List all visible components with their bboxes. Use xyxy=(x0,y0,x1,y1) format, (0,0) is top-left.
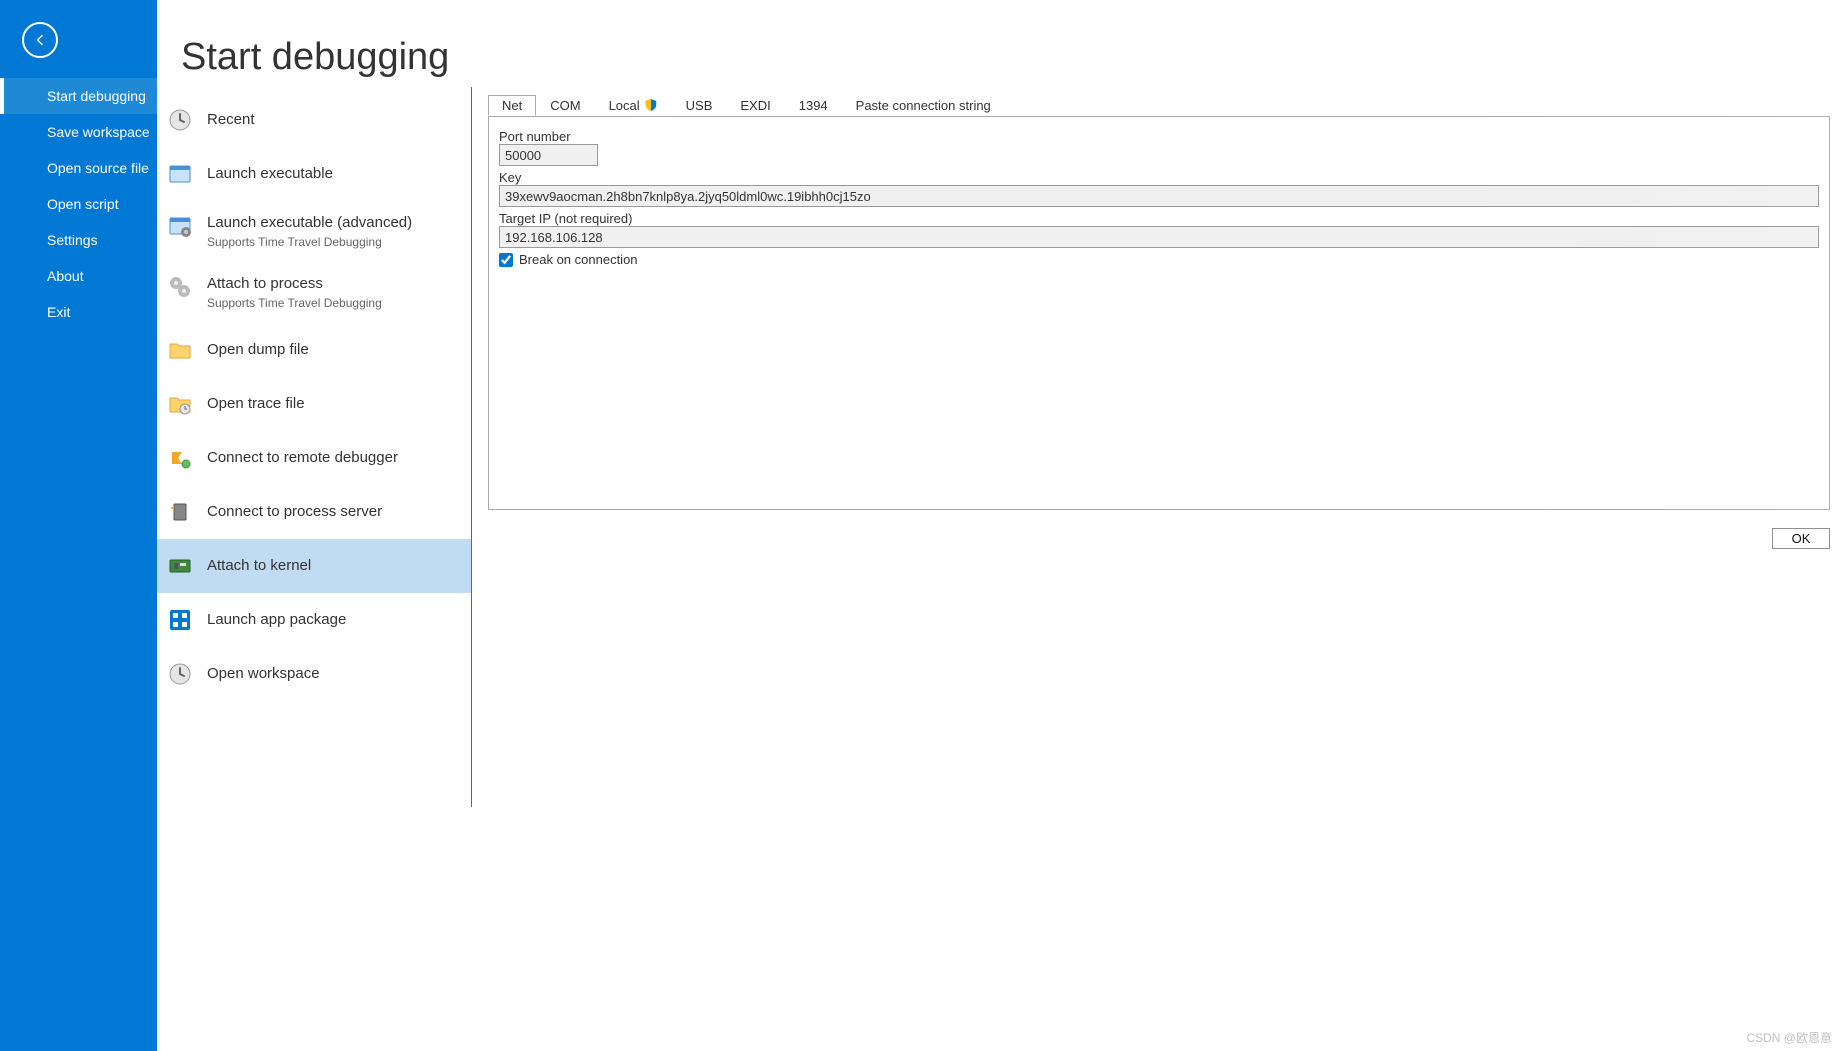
action-launch-executable-advanced[interactable]: Launch executable (advanced) Supports Ti… xyxy=(157,201,471,262)
action-label: Open dump file xyxy=(207,340,309,360)
sidebar-item-open-script[interactable]: Open script xyxy=(0,186,157,222)
tab-com[interactable]: COM xyxy=(536,95,594,116)
break-on-connection-row[interactable]: Break on connection xyxy=(499,252,1819,267)
page-title: Start debugging xyxy=(157,0,1842,87)
tab-usb[interactable]: USB xyxy=(672,95,727,116)
sidebar-item-save-workspace[interactable]: Save workspace xyxy=(0,114,157,150)
app-grid-icon xyxy=(167,607,193,633)
main: Start debugging Recent Launch executable xyxy=(157,0,1842,1051)
action-subtitle: Supports Time Travel Debugging xyxy=(207,235,412,251)
action-recent[interactable]: Recent xyxy=(157,93,471,147)
clock-icon xyxy=(167,107,193,133)
action-list: Recent Launch executable Launch executab… xyxy=(157,87,471,1051)
action-label: Attach to kernel xyxy=(207,556,311,576)
action-label: Connect to remote debugger xyxy=(207,448,398,468)
tab-content: Port number Key Target IP (not required)… xyxy=(488,116,1830,510)
sidebar: Start debugging Save workspace Open sour… xyxy=(0,0,157,1051)
tab-exdi[interactable]: EXDI xyxy=(726,95,784,116)
port-input[interactable] xyxy=(499,144,598,166)
sidebar-item-label: Start debugging xyxy=(47,88,146,104)
tab-1394[interactable]: 1394 xyxy=(785,95,842,116)
action-label: Open workspace xyxy=(207,664,320,684)
window-icon xyxy=(167,161,193,187)
sidebar-item-open-source-file[interactable]: Open source file xyxy=(0,150,157,186)
key-label: Key xyxy=(499,170,1819,185)
sidebar-item-label: Exit xyxy=(47,304,70,320)
target-ip-input[interactable] xyxy=(499,226,1819,248)
back-button[interactable] xyxy=(22,22,58,58)
ok-button-row: OK xyxy=(488,528,1830,549)
sidebar-item-label: Save workspace xyxy=(47,124,150,140)
sidebar-item-exit[interactable]: Exit xyxy=(0,294,157,330)
action-open-workspace[interactable]: Open workspace xyxy=(157,647,471,701)
action-connect-remote-debugger[interactable]: Connect to remote debugger xyxy=(157,431,471,485)
arrow-left-icon xyxy=(32,32,48,48)
sidebar-item-start-debugging[interactable]: Start debugging xyxy=(0,78,157,114)
content-row: Recent Launch executable Launch executab… xyxy=(157,87,1842,1051)
action-label: Open trace file xyxy=(207,394,305,414)
action-label: Launch app package xyxy=(207,610,346,630)
target-ip-label: Target IP (not required) xyxy=(499,211,1819,226)
clock-icon xyxy=(167,661,193,687)
sidebar-item-label: Settings xyxy=(47,232,98,248)
action-label: Launch executable (advanced) xyxy=(207,213,412,233)
tabs: Net COM Local USB EXDI 1394 Paste connec… xyxy=(488,93,1830,117)
sidebar-item-label: Open source file xyxy=(47,160,149,176)
vertical-divider xyxy=(471,87,472,807)
circuit-board-icon xyxy=(167,553,193,579)
port-label: Port number xyxy=(499,129,1819,144)
action-subtitle: Supports Time Travel Debugging xyxy=(207,296,382,312)
tab-net[interactable]: Net xyxy=(488,95,536,116)
action-launch-app-package[interactable]: Launch app package xyxy=(157,593,471,647)
folder-icon xyxy=(167,337,193,363)
tab-paste-connection-string[interactable]: Paste connection string xyxy=(842,95,1005,116)
action-label: Launch executable xyxy=(207,164,333,184)
sidebar-item-settings[interactable]: Settings xyxy=(0,222,157,258)
server-icon xyxy=(167,499,193,525)
key-input[interactable] xyxy=(499,185,1819,207)
ok-button[interactable]: OK xyxy=(1772,528,1830,549)
action-attach-to-kernel[interactable]: Attach to kernel xyxy=(157,539,471,593)
gears-icon xyxy=(167,274,193,300)
remote-icon xyxy=(167,445,193,471)
folder-clock-icon xyxy=(167,391,193,417)
action-label: Connect to process server xyxy=(207,502,382,522)
action-open-dump-file[interactable]: Open dump file xyxy=(157,323,471,377)
action-label: Recent xyxy=(207,110,255,130)
window-gear-icon xyxy=(167,213,193,239)
sidebar-item-label: Open script xyxy=(47,196,119,212)
action-connect-process-server[interactable]: Connect to process server xyxy=(157,485,471,539)
right-panel: Net COM Local USB EXDI 1394 Paste connec… xyxy=(488,87,1842,1051)
break-on-connection-checkbox[interactable] xyxy=(499,253,513,267)
sidebar-item-about[interactable]: About xyxy=(0,258,157,294)
action-label: Attach to process xyxy=(207,274,382,294)
sidebar-item-label: About xyxy=(47,268,84,284)
shield-icon xyxy=(644,98,658,112)
break-on-connection-label: Break on connection xyxy=(519,252,638,267)
tab-local[interactable]: Local xyxy=(595,95,672,116)
action-launch-executable[interactable]: Launch executable xyxy=(157,147,471,201)
action-open-trace-file[interactable]: Open trace file xyxy=(157,377,471,431)
action-attach-to-process[interactable]: Attach to process Supports Time Travel D… xyxy=(157,262,471,323)
